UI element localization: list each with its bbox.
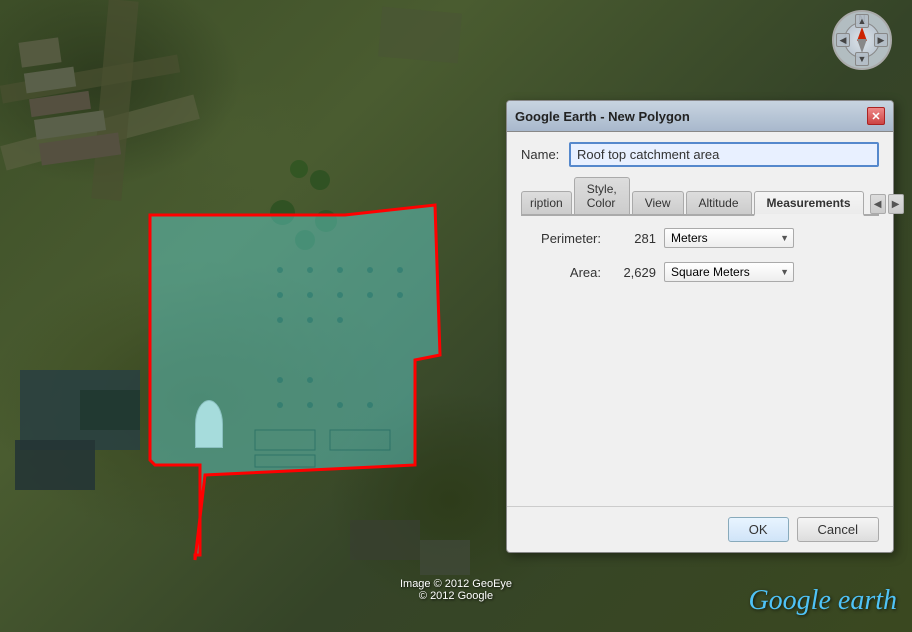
compass-pan-down[interactable]: ▼ [855, 52, 869, 66]
tab-view[interactable]: View [632, 191, 684, 214]
name-row: Name: [521, 142, 879, 167]
perimeter-unit-wrapper: Meters Feet Miles Kilometers [664, 228, 794, 248]
tab-style-color[interactable]: Style, Color [574, 177, 630, 214]
name-input[interactable] [569, 142, 879, 167]
perimeter-unit-select[interactable]: Meters Feet Miles Kilometers [664, 228, 794, 248]
area-label: Area: [521, 265, 601, 280]
dialog-title: Google Earth - New Polygon [515, 109, 690, 124]
compass-pan-up[interactable]: ▲ [855, 14, 869, 28]
tab-navigation: ◀ ▶ [870, 194, 906, 214]
ok-button[interactable]: OK [728, 517, 789, 542]
tab-next-button[interactable]: ▶ [888, 194, 904, 214]
tab-altitude[interactable]: Altitude [686, 191, 752, 214]
compass-arrow-south [857, 39, 867, 53]
close-button[interactable]: ✕ [867, 107, 885, 125]
measurements-panel: Perimeter: 281 Meters Feet Miles Kilomet… [521, 228, 879, 496]
name-label: Name: [521, 147, 561, 162]
compass-pan-right[interactable]: ▶ [874, 33, 888, 47]
area-value: 2,629 [611, 265, 656, 280]
area-unit-select[interactable]: Square Meters Square Feet Square Miles S… [664, 262, 794, 282]
compass-pan-left[interactable]: ◀ [836, 33, 850, 47]
area-unit-wrapper: Square Meters Square Feet Square Miles S… [664, 262, 794, 282]
measurements-empty-area [521, 296, 879, 496]
dialog-content: Name: ription Style, Color View Altitude… [507, 132, 893, 506]
compass[interactable]: N ▲ ▼ ◀ ▶ [832, 10, 892, 70]
cancel-button[interactable]: Cancel [797, 517, 879, 542]
perimeter-row: Perimeter: 281 Meters Feet Miles Kilomet… [521, 228, 879, 248]
dialog-footer: OK Cancel [507, 506, 893, 552]
dialog-titlebar: Google Earth - New Polygon ✕ [507, 101, 893, 132]
perimeter-value: 281 [611, 231, 656, 246]
tab-prev-button[interactable]: ◀ [870, 194, 886, 214]
new-polygon-dialog: Google Earth - New Polygon ✕ Name: ripti… [506, 100, 894, 553]
polygon-overlay [0, 0, 512, 632]
tab-measurements[interactable]: Measurements [754, 191, 864, 216]
tab-description[interactable]: ription [521, 191, 572, 214]
perimeter-label: Perimeter: [521, 231, 601, 246]
area-row: Area: 2,629 Square Meters Square Feet Sq… [521, 262, 879, 282]
tabs-row: ription Style, Color View Altitude Measu… [521, 177, 879, 216]
